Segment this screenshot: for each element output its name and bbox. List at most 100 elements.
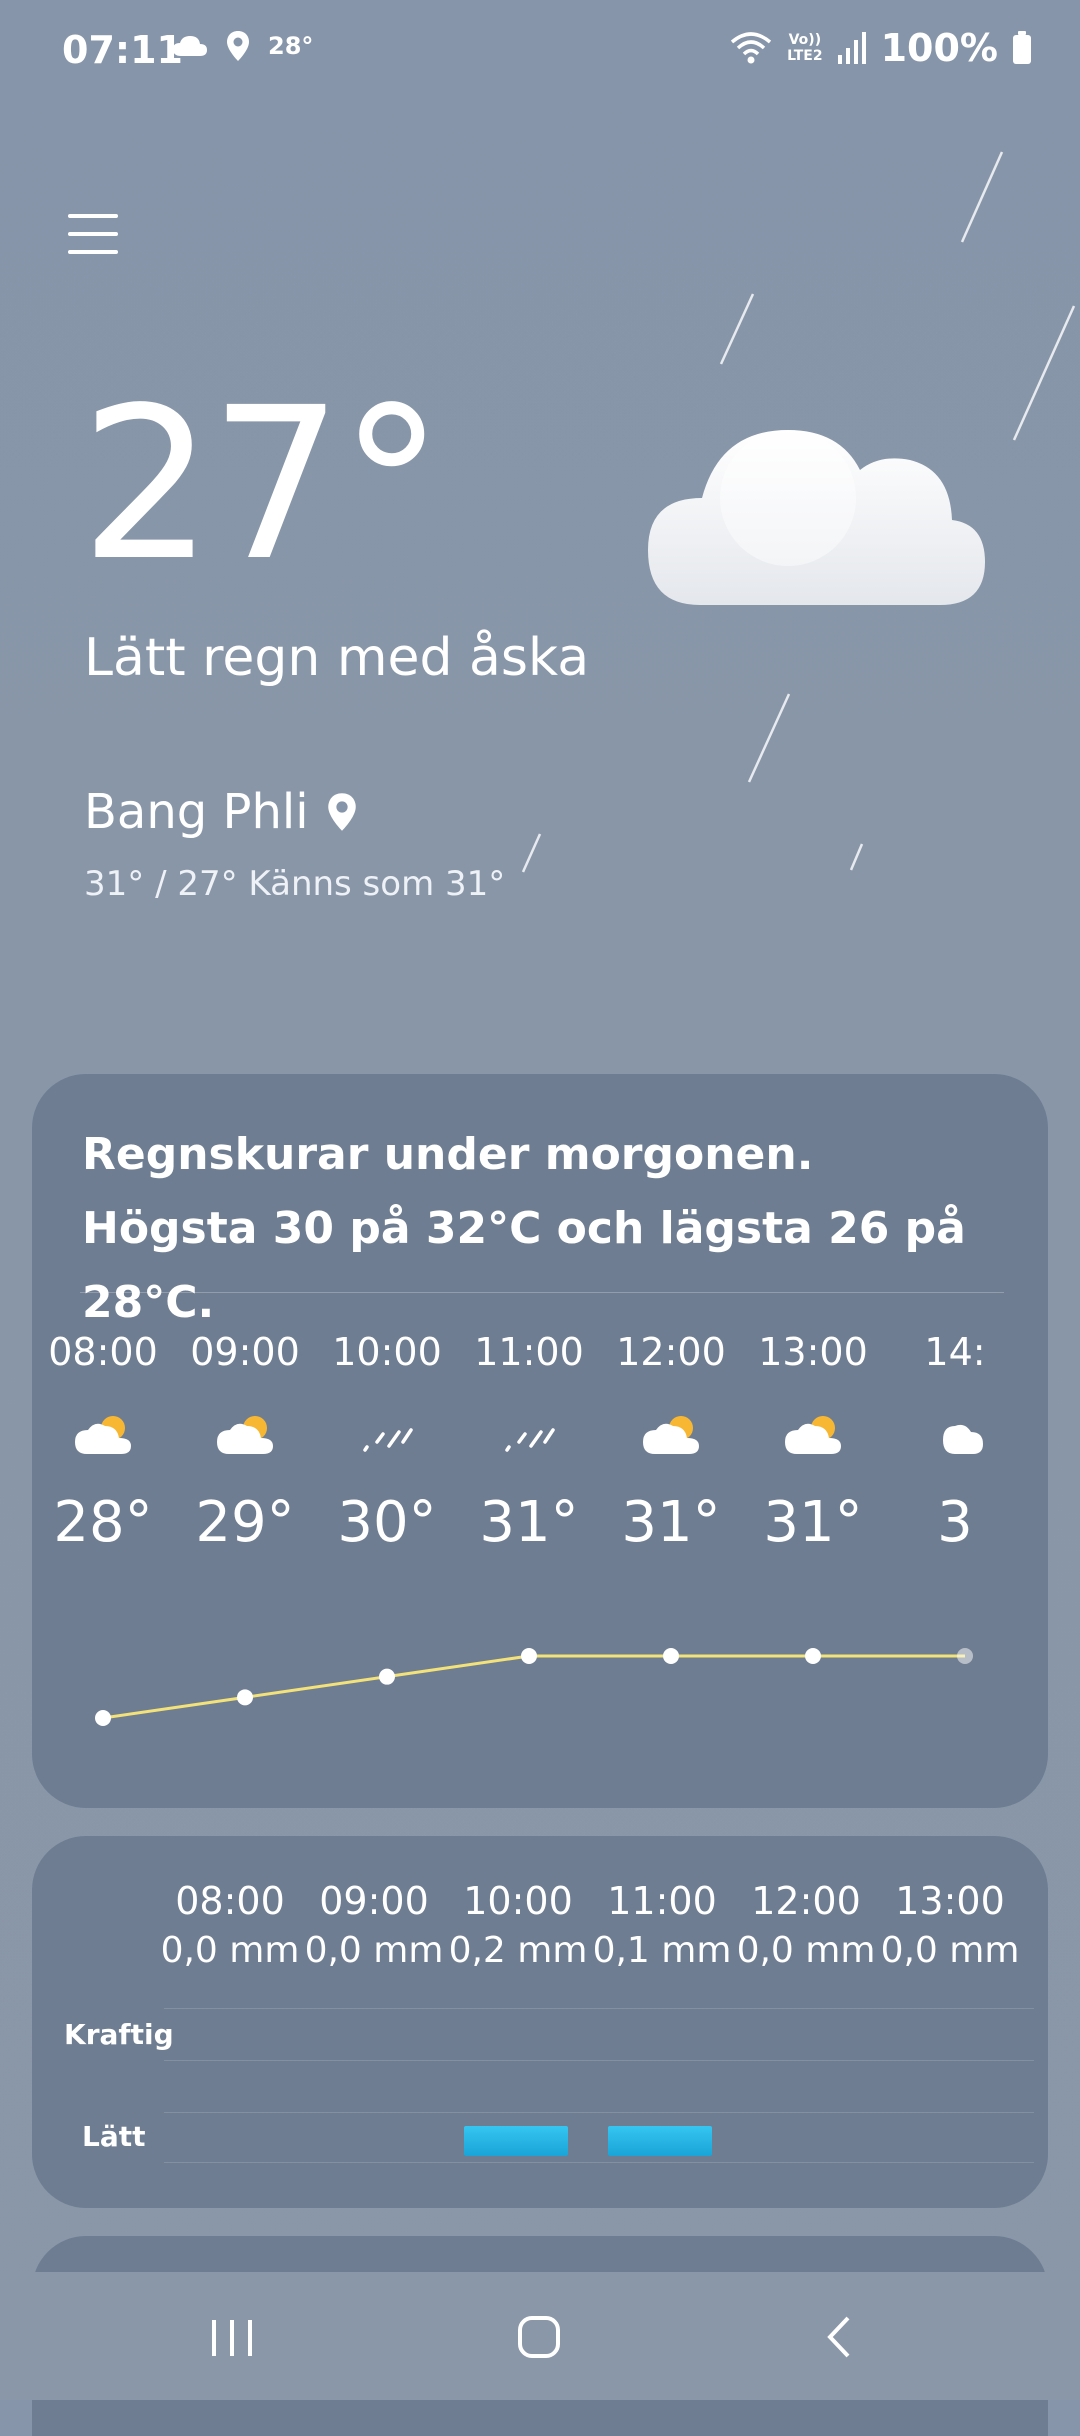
precip-time: 12:00: [751, 1879, 861, 1923]
hour-time: 09:00: [190, 1330, 300, 1374]
hour-time: 12:00: [616, 1330, 726, 1374]
grid-line: [164, 2162, 1034, 2163]
back-button[interactable]: [800, 2302, 880, 2372]
precip-hour: 08:00 0,0 mm: [158, 1876, 302, 1976]
hour-time: 10:00: [332, 1330, 442, 1374]
location-pin-icon: [327, 793, 356, 831]
weather-condition: Lätt regn med åska: [84, 628, 590, 688]
hour-temp: 3: [937, 1490, 973, 1555]
precip-hour: 09:00 0,0 mm: [302, 1876, 446, 1976]
menu-icon: [68, 214, 118, 218]
hour-time: 11:00: [474, 1330, 584, 1374]
home-icon: [518, 2316, 560, 2358]
hour-temp: 31°: [621, 1490, 721, 1555]
cloud-icon: [925, 1412, 985, 1456]
status-time: 07:11: [62, 28, 183, 72]
status-icons-right: Vo)) LTE2 100%: [729, 26, 1032, 70]
temperature-point: [379, 1668, 395, 1685]
divider: [80, 1292, 1004, 1293]
rain-chance-value: 40 %: [353, 1784, 450, 1790]
temperature-line-path: [102, 1654, 965, 1720]
precip-hour: 10:00 0,2 mm: [446, 1876, 590, 1976]
rain-icon: [357, 1412, 417, 1456]
hour-time: 14:: [924, 1330, 986, 1374]
back-icon: [827, 2316, 850, 2358]
precip-time: 13:00: [895, 1879, 1005, 1923]
hour-temp: 29°: [195, 1490, 295, 1555]
precip-time: 10:00: [463, 1879, 573, 1923]
precip-hour: 13:00 0,0 mm: [878, 1876, 1022, 1976]
hourly-list[interactable]: 08:00 28° 9 % 09:00 29° 19 % 10:00 30° 40 % 11:00…: [32, 1330, 1048, 1790]
wifi-icon: [730, 32, 772, 64]
precip-amount: 0,1 mm: [592, 1930, 732, 1971]
lte-label: LTE2: [787, 48, 823, 64]
temperature-point: [521, 1648, 537, 1664]
rain-chance-value: 19 %: [211, 1784, 308, 1790]
grid-line: [164, 2008, 1034, 2009]
rain-chance-value: 39 %: [495, 1784, 592, 1790]
hour-rain-chance: 13 %: [742, 1784, 884, 1790]
precip-amount: 0,0 mm: [736, 1930, 876, 1971]
hour-temp: 31°: [479, 1490, 579, 1555]
precip-amount: 0,2 mm: [448, 1930, 588, 1971]
partly-cloudy-icon: [641, 1412, 701, 1456]
hour-rain-chance: 19 %: [174, 1784, 316, 1790]
hour-rain-chance: 40 %: [316, 1784, 458, 1790]
precip-hour: 12:00 0,0 mm: [734, 1876, 878, 1976]
precip-time: 09:00: [319, 1879, 429, 1923]
rain-chance-value: 23 %: [637, 1784, 734, 1790]
hour-rain-chance: 9 %: [32, 1784, 174, 1790]
status-temp: 28°: [268, 32, 314, 60]
hour-rain-chance: 23 %: [600, 1784, 742, 1790]
grid-line: [164, 2112, 1034, 2113]
rain-chance-value: 9 %: [81, 1784, 153, 1790]
cloud-status-icon: [173, 36, 207, 56]
recent-apps-button[interactable]: [192, 2302, 272, 2372]
min-max-feels-like: 31° / 27° Känns som 31°: [84, 864, 506, 904]
location-status-icon: [227, 31, 249, 61]
grid-line: [164, 2060, 1034, 2061]
precip-amount: 0,0 mm: [304, 1930, 444, 1971]
location[interactable]: Bang Phli: [84, 784, 357, 840]
precip-time: 08:00: [175, 1879, 285, 1923]
rain-chance-value: 13 %: [779, 1784, 876, 1790]
precip-bar: [464, 2126, 568, 2156]
current-temperature: 27°: [80, 362, 444, 607]
status-bar: 07:11 28° Vo)) LTE2 100%: [0, 0, 1080, 110]
partly-cloudy-icon: [215, 1412, 275, 1456]
level-heavy-label: Kraftig: [64, 2018, 174, 2051]
battery-icon: [1013, 31, 1031, 64]
level-light-label: Lätt: [82, 2120, 146, 2153]
temperature-point: [95, 1710, 111, 1726]
precip-time: 11:00: [607, 1879, 717, 1923]
precip-bar: [608, 2126, 712, 2156]
recent-apps-icon: [212, 2320, 252, 2356]
hourly-forecast-card[interactable]: Regnskurar under morgonen. Högsta 30 på …: [32, 1074, 1048, 1808]
precipitation-card[interactable]: Kraftig Lätt 08:00 0,0 mm 09:00 0,0 mm 10:00…: [32, 1836, 1048, 2208]
temperature-point: [805, 1648, 821, 1664]
signal-icon: [837, 32, 866, 64]
partly-cloudy-icon: [783, 1412, 843, 1456]
cloud-icon: [648, 430, 985, 605]
rain-icon: [499, 1412, 559, 1456]
navigation-bar: [0, 2272, 1080, 2400]
temperature-point: [237, 1689, 253, 1706]
hour-time: 13:00: [758, 1330, 868, 1374]
precip-amount: 0,0 mm: [880, 1930, 1020, 1971]
menu-button[interactable]: [68, 210, 120, 262]
battery-percent: 100%: [880, 26, 998, 70]
precip-amount: 0,0 mm: [160, 1930, 300, 1971]
hour-rain-chance: 1: [884, 1784, 1026, 1790]
hour-temp: 30°: [337, 1490, 437, 1555]
partly-cloudy-icon: [73, 1412, 133, 1456]
precip-hour: 11:00 0,1 mm: [590, 1876, 734, 1976]
temperature-point: [663, 1648, 679, 1664]
hour-temp: 31°: [763, 1490, 863, 1555]
hour-temp: 28°: [53, 1490, 153, 1555]
location-name: Bang Phli: [84, 784, 309, 840]
home-button[interactable]: [500, 2302, 580, 2372]
temperature-line: [95, 1648, 973, 1726]
status-icons-left: 28°: [172, 30, 313, 62]
hour-rain-chance: 39 %: [458, 1784, 600, 1790]
volte-label: Vo)): [788, 32, 822, 48]
